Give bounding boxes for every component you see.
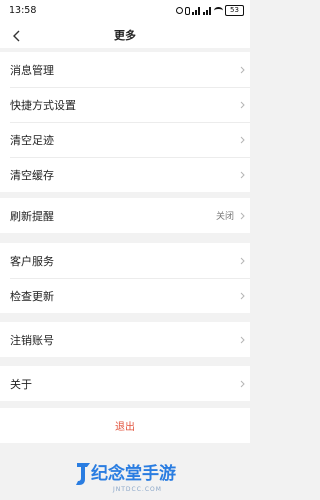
delete-account-item[interactable]: 注销账号 bbox=[0, 322, 250, 357]
wifi-icon bbox=[214, 7, 223, 14]
row-label: 清空缓存 bbox=[10, 169, 54, 182]
status-icons: 53 bbox=[176, 4, 244, 17]
mute-icon bbox=[185, 6, 190, 15]
message-management-item[interactable]: 消息管理 bbox=[0, 52, 250, 87]
settings-group-account: 注销账号 bbox=[0, 322, 250, 357]
shortcut-settings-item[interactable]: 快捷方式设置 bbox=[0, 87, 250, 122]
logout-group: 退出 bbox=[0, 408, 250, 443]
battery-icon: 53 bbox=[225, 5, 244, 16]
settings-group-service: 客户服务 检查更新 bbox=[0, 243, 250, 313]
row-label: 快捷方式设置 bbox=[10, 99, 76, 112]
clear-cache-item[interactable]: 清空缓存 bbox=[0, 157, 250, 192]
row-label: 消息管理 bbox=[10, 64, 54, 77]
clear-history-item[interactable]: 清空足迹 bbox=[0, 122, 250, 157]
signal-icon bbox=[192, 6, 201, 15]
logout-button[interactable]: 退出 bbox=[0, 418, 250, 433]
settings-group-refresh: 刷新提醒 关闭 bbox=[0, 198, 250, 233]
status-bar: 13:58 53 bbox=[0, 0, 250, 22]
chevron-right-icon bbox=[240, 66, 245, 74]
signal-icon bbox=[203, 6, 212, 15]
alarm-icon bbox=[176, 7, 183, 14]
settings-group-general: 消息管理 快捷方式设置 清空足迹 清空缓存 bbox=[0, 52, 250, 192]
chevron-right-icon bbox=[240, 136, 245, 144]
customer-service-item[interactable]: 客户服务 bbox=[0, 243, 250, 278]
row-label: 清空足迹 bbox=[10, 134, 54, 147]
row-label: 关于 bbox=[10, 378, 32, 391]
status-time: 13:58 bbox=[9, 5, 37, 16]
chevron-right-icon bbox=[240, 212, 245, 220]
chevron-right-icon bbox=[240, 380, 245, 388]
check-update-item[interactable]: 检查更新 bbox=[0, 278, 250, 313]
row-label: 刷新提醒 bbox=[10, 210, 54, 223]
watermark: 纪念堂手游 JNTDCC.COM bbox=[73, 456, 250, 500]
chevron-right-icon bbox=[240, 292, 245, 300]
row-label: 检查更新 bbox=[10, 290, 54, 303]
chevron-right-icon bbox=[240, 171, 245, 179]
chevron-right-icon bbox=[240, 336, 245, 344]
refresh-reminder-item[interactable]: 刷新提醒 关闭 bbox=[0, 198, 250, 233]
chevron-right-icon bbox=[240, 257, 245, 265]
row-label: 注销账号 bbox=[10, 334, 54, 347]
watermark-logo-icon bbox=[76, 463, 90, 485]
row-label: 客户服务 bbox=[10, 255, 54, 268]
watermark-title: 纪念堂手游 bbox=[91, 464, 176, 484]
about-item[interactable]: 关于 bbox=[0, 366, 250, 401]
refresh-reminder-value: 关闭 bbox=[215, 212, 234, 222]
chevron-right-icon bbox=[240, 101, 245, 109]
page-title: 更多 bbox=[114, 29, 136, 42]
settings-group-about: 关于 bbox=[0, 366, 250, 401]
header: 更多 bbox=[0, 22, 250, 48]
watermark-subtitle: JNTDCC.COM bbox=[113, 486, 162, 493]
